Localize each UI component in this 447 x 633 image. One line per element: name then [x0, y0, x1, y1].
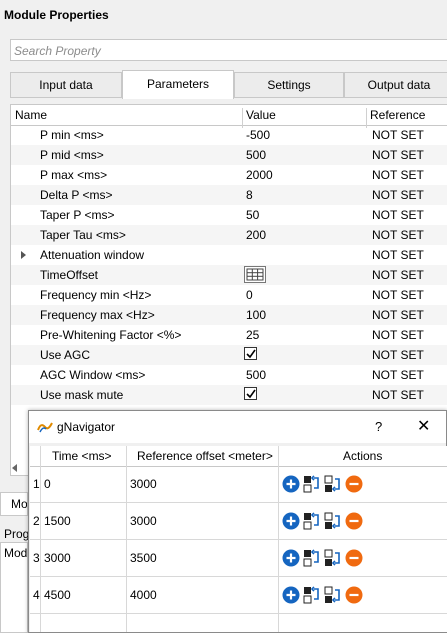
insert-below-icon[interactable]	[324, 549, 342, 567]
bottom-tab-module[interactable]: Module	[0, 492, 28, 516]
grid-row[interactable]: AGC Window <ms> 500 NOT SET	[11, 365, 447, 385]
column-offset-header[interactable]: Reference offset <meter>	[137, 449, 273, 463]
expand-arrow-icon[interactable]	[21, 251, 26, 259]
grid-row-use-mask-mute[interactable]: Use mask mute NOT SET	[11, 385, 447, 405]
insert-above-icon[interactable]	[303, 549, 321, 567]
add-icon[interactable]	[282, 512, 300, 530]
column-actions-header[interactable]: Actions	[343, 449, 382, 463]
row-actions	[282, 512, 372, 532]
add-icon[interactable]	[282, 586, 300, 604]
row-actions	[282, 549, 372, 569]
insert-below-icon[interactable]	[324, 586, 342, 604]
column-reference-header[interactable]: Reference	[370, 108, 425, 122]
row-actions	[282, 475, 372, 495]
search-placeholder: Search Property	[14, 44, 101, 58]
remove-icon[interactable]	[345, 475, 363, 493]
table-row[interactable]: 2 1500 3000	[30, 503, 447, 540]
column-value-header[interactable]: Value	[246, 108, 276, 122]
grid-row-use-agc[interactable]: Use AGC NOT SET	[11, 345, 447, 365]
tab-bar: Input data Parameters Settings Output da…	[10, 70, 447, 99]
bottom-section-label: Prog	[4, 527, 30, 541]
search-property-input[interactable]: Search Property	[10, 39, 447, 61]
grid-row-timeoffset[interactable]: TimeOffset NOT SET	[11, 265, 447, 285]
grid-row[interactable]: Taper Tau <ms> 200 NOT SET	[11, 225, 447, 245]
grid-row-attenuation-window[interactable]: Attenuation window NOT SET	[11, 245, 447, 265]
add-icon[interactable]	[282, 549, 300, 567]
panel-title: Module Properties	[4, 8, 109, 22]
tab-parameters[interactable]: Parameters	[122, 70, 234, 99]
add-icon[interactable]	[282, 475, 300, 493]
insert-above-icon[interactable]	[303, 586, 321, 604]
table-icon[interactable]	[244, 266, 266, 283]
tab-input-data[interactable]: Input data	[10, 72, 122, 98]
help-button[interactable]: ?	[375, 419, 382, 434]
grid-row[interactable]: Pre-Whitening Factor <%> 25 NOT SET	[11, 325, 447, 345]
table-row[interactable]: 1 0 3000	[30, 466, 447, 503]
grid-row[interactable]: Taper P <ms> 50 NOT SET	[11, 205, 447, 225]
use-mask-mute-checkbox[interactable]	[244, 387, 257, 400]
grid-row[interactable]: Frequency max <Hz> 100 NOT SET	[11, 305, 447, 325]
scroll-left-arrow-icon[interactable]	[12, 464, 17, 472]
grid-row[interactable]: Delta P <ms> 8 NOT SET	[11, 185, 447, 205]
tab-output-data[interactable]: Output data	[344, 72, 447, 98]
insert-above-icon[interactable]	[303, 512, 321, 530]
tab-settings[interactable]: Settings	[234, 72, 344, 98]
navigator-table: Time <ms> Reference offset <meter> Actio…	[30, 446, 447, 632]
close-button[interactable]: ✕	[417, 416, 430, 436]
remove-icon[interactable]	[345, 586, 363, 604]
table-row[interactable]: 4 4500 4000	[30, 577, 447, 614]
navigator-table-header: Time <ms> Reference offset <meter> Actio…	[30, 446, 447, 467]
insert-above-icon[interactable]	[303, 475, 321, 493]
remove-icon[interactable]	[345, 549, 363, 567]
row-actions	[282, 586, 372, 606]
grid-row[interactable]: P min <ms> -500 NOT SET	[11, 125, 447, 145]
dialog-title: gNavigator	[57, 420, 116, 434]
column-time-header[interactable]: Time <ms>	[52, 449, 112, 463]
bottom-panel: Mod	[0, 542, 28, 633]
table-row[interactable]: 3 3000 3500	[30, 540, 447, 577]
use-agc-checkbox[interactable]	[244, 347, 257, 360]
insert-below-icon[interactable]	[324, 475, 342, 493]
remove-icon[interactable]	[345, 512, 363, 530]
gnavigator-logo-icon	[37, 421, 53, 436]
grid-row[interactable]: Frequency min <Hz> 0 NOT SET	[11, 285, 447, 305]
dialog-titlebar: gNavigator ? ✕	[29, 411, 446, 443]
gnavigator-dialog: gNavigator ? ✕ Time <ms> Reference offse…	[28, 410, 447, 633]
grid-row[interactable]: P mid <ms> 500 NOT SET	[11, 145, 447, 165]
grid-row[interactable]: P max <ms> 2000 NOT SET	[11, 165, 447, 185]
insert-below-icon[interactable]	[324, 512, 342, 530]
grid-header: Name Value Reference	[11, 105, 447, 128]
column-name-header[interactable]: Name	[15, 108, 47, 122]
